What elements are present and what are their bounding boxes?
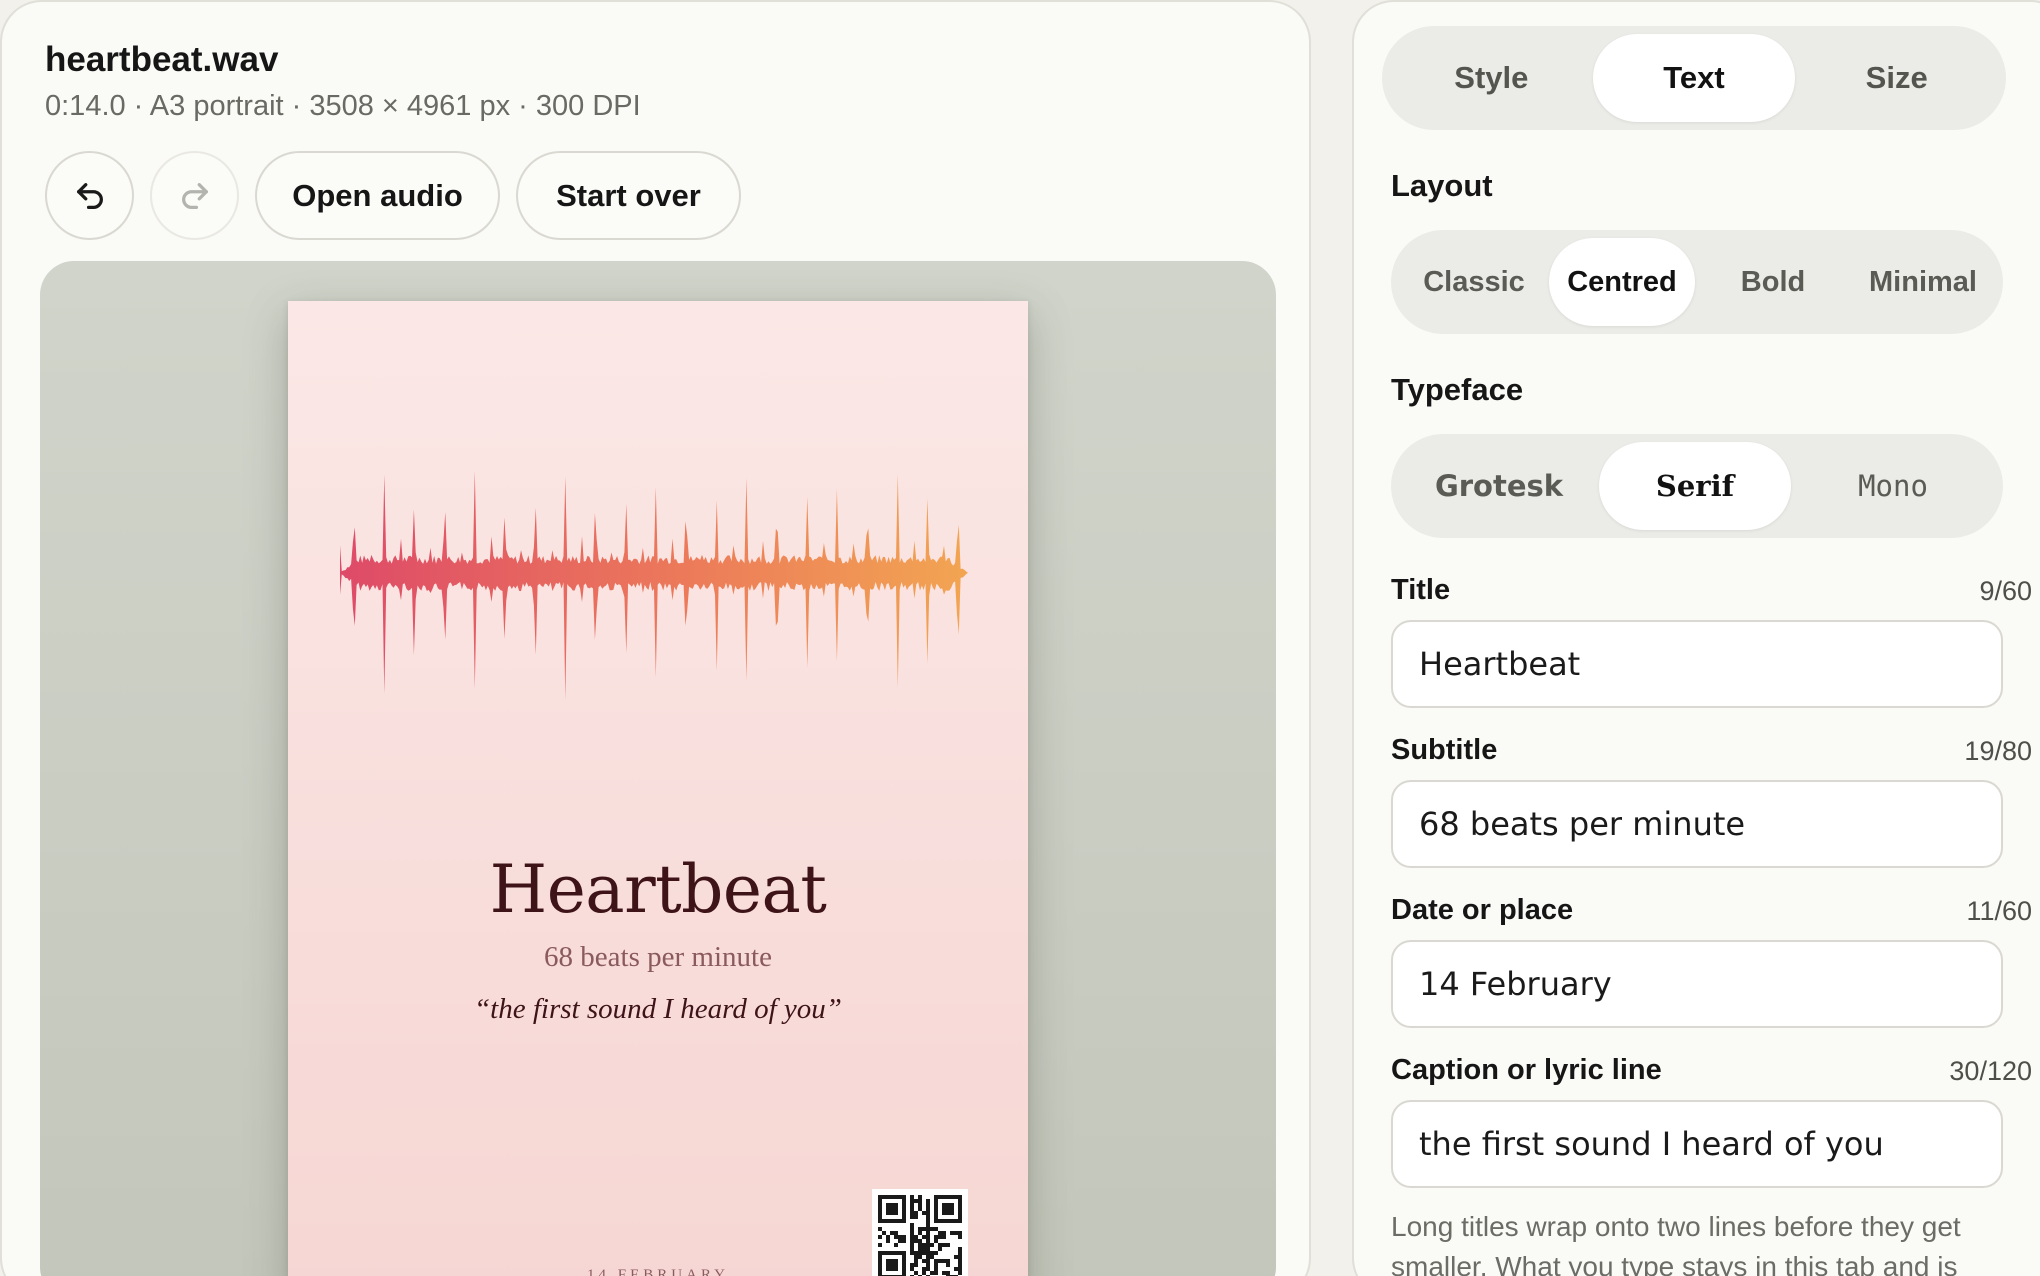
caption-input[interactable] — [1391, 1100, 2003, 1188]
layout-option-bold[interactable]: Bold — [1695, 238, 1851, 326]
file-meta: 0:14.0 · A3 portrait · 3508 × 4961 px · … — [45, 90, 641, 122]
start-over-button[interactable]: Start over — [516, 151, 741, 240]
layout-option-centred[interactable]: Centred — [1549, 238, 1695, 326]
subtitle-field-label: Subtitle — [1391, 734, 1498, 766]
date-field-label: Date or place — [1391, 894, 1574, 926]
poster-title: Heartbeat — [489, 851, 827, 928]
redo-icon — [181, 182, 208, 209]
tab-style[interactable]: Style — [1390, 34, 1593, 122]
redo-button[interactable] — [150, 151, 239, 240]
title-char-count: 9/60 — [1979, 576, 2032, 606]
title-input[interactable] — [1391, 620, 2003, 708]
typeface-label: Typeface — [1391, 372, 1524, 407]
date-char-count: 11/60 — [1966, 896, 2032, 926]
undo-button[interactable] — [45, 151, 134, 240]
title-field-label: Title — [1391, 574, 1451, 606]
subtitle-char-count: 19/80 — [1964, 736, 2032, 766]
caption-field-label: Caption or lyric line — [1391, 1054, 1662, 1086]
typeface-option-serif[interactable]: Serif — [1599, 442, 1791, 530]
subtitle-input[interactable] — [1391, 780, 2003, 868]
tab-text[interactable]: Text — [1592, 34, 1796, 122]
layout-selector: Classic Centred Bold Minimal — [1391, 230, 2003, 334]
layout-option-minimal[interactable]: Minimal — [1851, 238, 1995, 326]
typeface-selector: Grotesk Serif Mono — [1391, 434, 2003, 538]
date-input[interactable] — [1391, 940, 2003, 1028]
caption-char-count: 30/120 — [1949, 1056, 2032, 1086]
poster-subtitle: 68 beats per minute — [544, 941, 772, 973]
editor-panel: heartbeat.wav 0:14.0 · A3 portrait · 350… — [0, 0, 1311, 1276]
open-audio-button[interactable]: Open audio — [255, 151, 500, 240]
waveform — [340, 470, 968, 701]
settings-panel: Style Text Size Layout Classic Centred B… — [1352, 0, 2040, 1276]
qr-code — [872, 1189, 968, 1276]
poster-preview: Heartbeat 68 beats per minute “the first… — [288, 301, 1028, 1276]
toolbar: Open audio Start over — [45, 151, 741, 240]
preview-canvas: Heartbeat 68 beats per minute “the first… — [40, 261, 1276, 1276]
settings-tabs: Style Text Size — [1382, 26, 2006, 130]
help-text: Long titles wrap onto two lines before t… — [1391, 1211, 1961, 1276]
typeface-option-mono[interactable]: Mono — [1791, 442, 1995, 530]
layout-option-classic[interactable]: Classic — [1399, 238, 1549, 326]
layout-label: Layout — [1391, 168, 1493, 203]
poster-caption: “the first sound I heard of you” — [474, 993, 842, 1025]
file-name: heartbeat.wav — [45, 40, 279, 79]
typeface-option-grotesk[interactable]: Grotesk — [1399, 442, 1599, 530]
tab-size[interactable]: Size — [1795, 34, 1998, 122]
undo-icon — [76, 182, 103, 209]
